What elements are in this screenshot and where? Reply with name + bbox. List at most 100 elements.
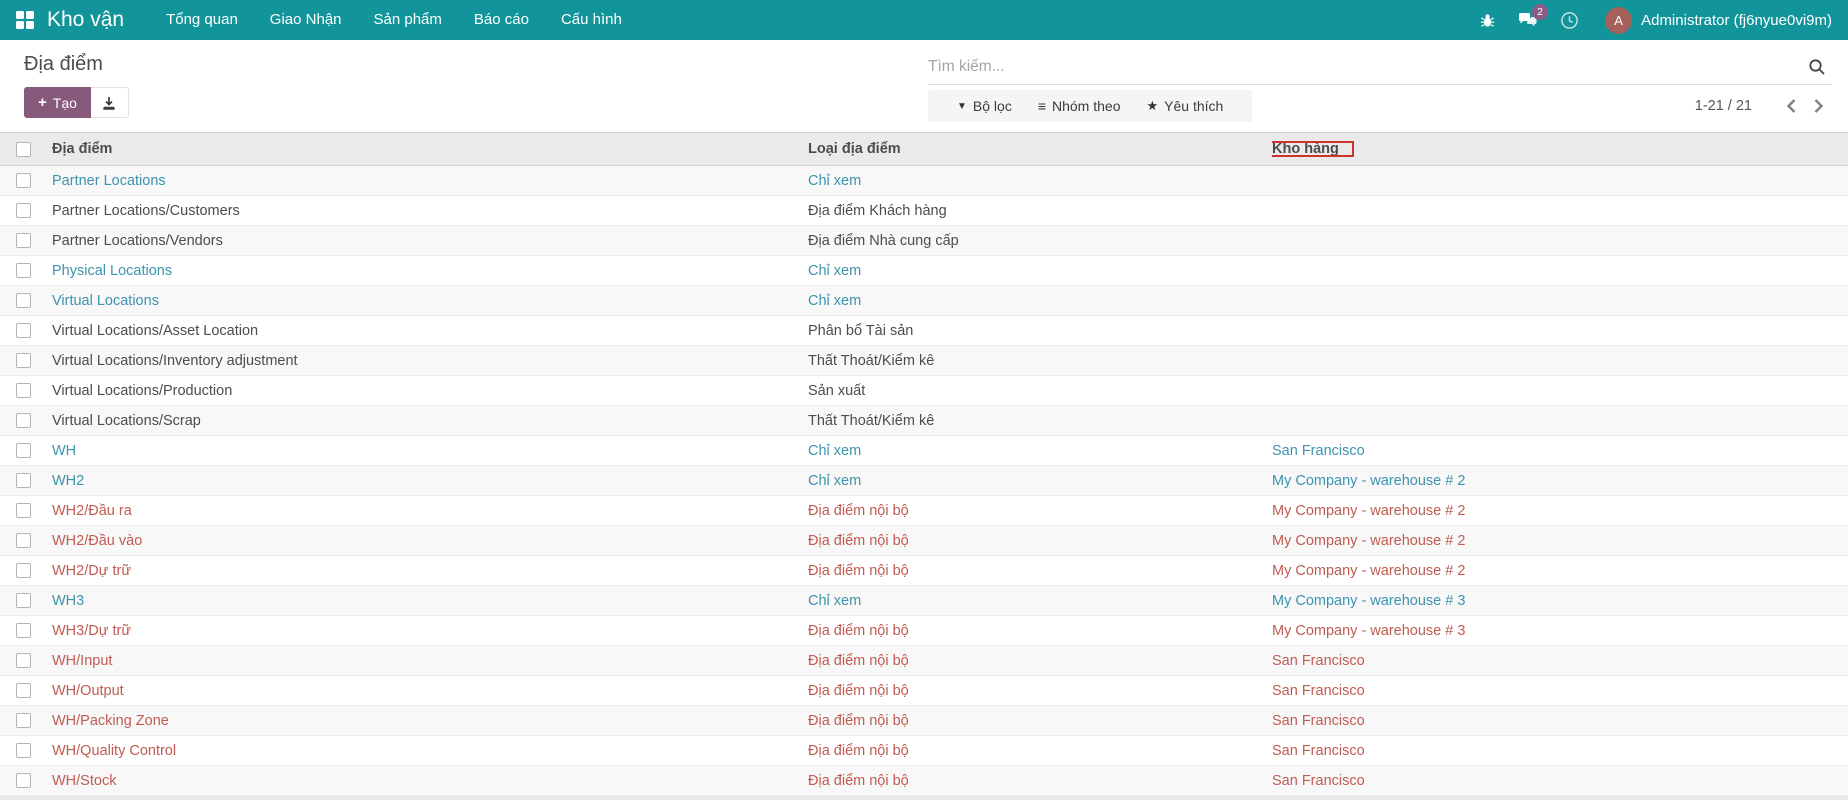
table-row[interactable]: WH2/Đầu vào Địa điểm nội bộ My Company -… bbox=[0, 526, 1848, 556]
cell-location[interactable]: WH2/Dự trữ bbox=[47, 563, 808, 579]
cell-location[interactable]: WH2/Đầu vào bbox=[47, 533, 808, 549]
cell-location-type[interactable]: Địa điểm nội bộ bbox=[808, 533, 1272, 549]
cell-warehouse[interactable]: My Company - warehouse # 3 bbox=[1272, 623, 1848, 639]
table-row[interactable]: WH2/Dự trữ Địa điểm nội bộ My Company - … bbox=[0, 556, 1848, 586]
cell-location-type[interactable]: Phân bổ Tài sản bbox=[808, 323, 1272, 339]
row-checkbox[interactable] bbox=[16, 683, 31, 698]
row-checkbox[interactable] bbox=[16, 563, 31, 578]
row-checkbox[interactable] bbox=[16, 503, 31, 518]
cell-warehouse[interactable]: My Company - warehouse # 2 bbox=[1272, 503, 1848, 519]
cell-warehouse[interactable]: San Francisco bbox=[1272, 683, 1848, 699]
table-row[interactable]: WH/Packing Zone Địa điểm nội bộ San Fran… bbox=[0, 706, 1848, 736]
table-row[interactable]: WH/Output Địa điểm nội bộ San Francisco bbox=[0, 676, 1848, 706]
table-row[interactable]: WH/Quality Control Địa điểm nội bộ San F… bbox=[0, 736, 1848, 766]
favorites-button[interactable]: ★ Yêu thích bbox=[1133, 98, 1236, 114]
cell-location[interactable]: WH2/Đầu ra bbox=[47, 503, 808, 519]
cell-location[interactable]: Virtual Locations bbox=[47, 293, 808, 309]
row-checkbox[interactable] bbox=[16, 743, 31, 758]
table-row[interactable]: WH2/Đầu ra Địa điểm nội bộ My Company - … bbox=[0, 496, 1848, 526]
row-checkbox[interactable] bbox=[16, 233, 31, 248]
cell-location[interactable]: Virtual Locations/Asset Location bbox=[47, 323, 808, 339]
cell-location[interactable]: WH2 bbox=[47, 473, 808, 489]
table-row[interactable]: WH2 Chỉ xem My Company - warehouse # 2 bbox=[0, 466, 1848, 496]
table-row[interactable]: WH3/Dự trữ Địa điểm nội bộ My Company - … bbox=[0, 616, 1848, 646]
cell-location-type[interactable]: Thất Thoát/Kiểm kê bbox=[808, 413, 1272, 429]
table-row[interactable]: WH/Input Địa điểm nội bộ San Francisco bbox=[0, 646, 1848, 676]
row-checkbox[interactable] bbox=[16, 263, 31, 278]
cell-location[interactable]: Virtual Locations/Scrap bbox=[47, 413, 808, 429]
next-page-button[interactable] bbox=[1805, 98, 1832, 114]
cell-location[interactable]: Partner Locations bbox=[47, 173, 808, 189]
activities-clock-icon[interactable] bbox=[1560, 11, 1579, 30]
table-row[interactable]: Partner Locations Chỉ xem bbox=[0, 166, 1848, 196]
cell-location-type[interactable]: Chỉ xem bbox=[808, 263, 1272, 279]
cell-location[interactable]: Virtual Locations/Production bbox=[47, 383, 808, 399]
row-checkbox[interactable] bbox=[16, 473, 31, 488]
cell-warehouse[interactable]: San Francisco bbox=[1272, 443, 1848, 459]
table-row[interactable]: Partner Locations/Customers Địa điểm Khá… bbox=[0, 196, 1848, 226]
cell-location-type[interactable]: Địa điểm nội bộ bbox=[808, 713, 1272, 729]
row-checkbox[interactable] bbox=[16, 653, 31, 668]
cell-location-type[interactable]: Địa điểm nội bộ bbox=[808, 653, 1272, 669]
cell-location[interactable]: WH/Quality Control bbox=[47, 743, 808, 759]
table-row[interactable]: WH Chỉ xem San Francisco bbox=[0, 436, 1848, 466]
cell-location-type[interactable]: Sản xuất bbox=[808, 383, 1272, 399]
cell-location-type[interactable]: Chỉ xem bbox=[808, 293, 1272, 309]
cell-location-type[interactable]: Địa điểm nội bộ bbox=[808, 683, 1272, 699]
cell-warehouse[interactable]: San Francisco bbox=[1272, 773, 1848, 789]
user-menu[interactable]: Administrator (fj6nyue0vi9m) bbox=[1641, 12, 1832, 29]
row-checkbox[interactable] bbox=[16, 413, 31, 428]
nav-item-overview[interactable]: Tổng quan bbox=[150, 0, 254, 40]
cell-location[interactable]: WH/Output bbox=[47, 683, 808, 699]
row-checkbox[interactable] bbox=[16, 353, 31, 368]
cell-location-type[interactable]: Thất Thoát/Kiểm kê bbox=[808, 353, 1272, 369]
debug-bug-icon[interactable] bbox=[1479, 12, 1496, 29]
previous-page-button[interactable] bbox=[1778, 98, 1805, 114]
create-button[interactable]: + Tạo bbox=[24, 87, 91, 118]
cell-location-type[interactable]: Chỉ xem bbox=[808, 593, 1272, 609]
select-all-checkbox[interactable] bbox=[16, 142, 31, 157]
cell-location[interactable]: WH3/Dự trữ bbox=[47, 623, 808, 639]
row-checkbox[interactable] bbox=[16, 323, 31, 338]
filters-button[interactable]: ▼ Bộ lọc bbox=[944, 98, 1025, 114]
table-row[interactable]: Virtual Locations Chỉ xem bbox=[0, 286, 1848, 316]
header-warehouse[interactable]: Kho hàng bbox=[1272, 141, 1848, 157]
group-by-button[interactable]: ≡ Nhóm theo bbox=[1025, 98, 1134, 114]
row-checkbox[interactable] bbox=[16, 383, 31, 398]
table-row[interactable]: Virtual Locations/Inventory adjustment T… bbox=[0, 346, 1848, 376]
header-location[interactable]: Địa điểm bbox=[47, 141, 808, 157]
cell-warehouse[interactable]: My Company - warehouse # 2 bbox=[1272, 533, 1848, 549]
nav-item-products[interactable]: Sản phẩm bbox=[358, 0, 458, 40]
cell-warehouse[interactable]: San Francisco bbox=[1272, 653, 1848, 669]
app-brand[interactable]: Kho vận bbox=[47, 8, 124, 32]
table-row[interactable]: Virtual Locations/Production Sản xuất bbox=[0, 376, 1848, 406]
export-button[interactable] bbox=[91, 87, 129, 118]
cell-warehouse[interactable]: San Francisco bbox=[1272, 713, 1848, 729]
row-checkbox[interactable] bbox=[16, 533, 31, 548]
cell-location-type[interactable]: Địa điểm Nhà cung cấp bbox=[808, 233, 1272, 249]
row-checkbox[interactable] bbox=[16, 713, 31, 728]
cell-location[interactable]: WH/Input bbox=[47, 653, 808, 669]
table-row[interactable]: WH3 Chỉ xem My Company - warehouse # 3 bbox=[0, 586, 1848, 616]
search-icon[interactable] bbox=[1802, 58, 1832, 76]
cell-location[interactable]: Partner Locations/Vendors bbox=[47, 233, 808, 249]
header-location-type[interactable]: Loại địa điểm bbox=[808, 141, 1272, 157]
cell-location-type[interactable]: Chỉ xem bbox=[808, 473, 1272, 489]
cell-warehouse[interactable]: My Company - warehouse # 3 bbox=[1272, 593, 1848, 609]
cell-location-type[interactable]: Chỉ xem bbox=[808, 173, 1272, 189]
table-row[interactable]: Virtual Locations/Scrap Thất Thoát/Kiểm … bbox=[0, 406, 1848, 436]
cell-location[interactable]: WH3 bbox=[47, 593, 808, 609]
cell-location[interactable]: Virtual Locations/Inventory adjustment bbox=[47, 353, 808, 369]
cell-location-type[interactable]: Địa điểm nội bộ bbox=[808, 563, 1272, 579]
cell-location[interactable]: Physical Locations bbox=[47, 263, 808, 279]
table-row[interactable]: WH/Stock Địa điểm nội bộ San Francisco bbox=[0, 766, 1848, 796]
row-checkbox[interactable] bbox=[16, 293, 31, 308]
row-checkbox[interactable] bbox=[16, 173, 31, 188]
cell-location-type[interactable]: Địa điểm nội bộ bbox=[808, 503, 1272, 519]
cell-warehouse[interactable]: San Francisco bbox=[1272, 743, 1848, 759]
nav-item-transfers[interactable]: Giao Nhận bbox=[254, 0, 358, 40]
search-input[interactable] bbox=[928, 58, 1802, 76]
cell-location-type[interactable]: Địa điểm nội bộ bbox=[808, 623, 1272, 639]
row-checkbox[interactable] bbox=[16, 773, 31, 788]
table-row[interactable]: Partner Locations/Vendors Địa điểm Nhà c… bbox=[0, 226, 1848, 256]
